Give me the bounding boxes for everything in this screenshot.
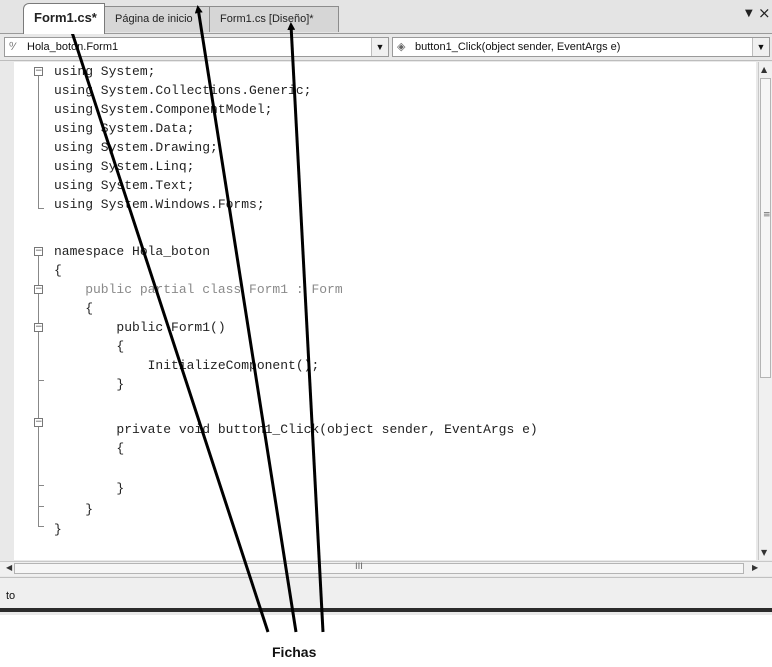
chevron-down-icon[interactable]: ▼ [371,38,388,56]
vertical-scrollbar[interactable]: ▲ ≡ ▼ [758,62,772,560]
member-dropdown[interactable]: ◈ button1_Click(object sender, EventArgs… [392,37,770,57]
outlining-gutter: − − − − − [14,62,48,560]
code-editor[interactable]: − − − − − using System; using System.Col… [14,62,756,560]
horizontal-scroll-thumb[interactable]: III [14,562,744,574]
code-line: { [54,339,125,354]
code-line: { [54,301,94,316]
code-line: using System.Windows.Forms; [54,197,265,212]
collapse-icon[interactable]: − [34,323,43,332]
collapse-icon[interactable]: − [34,67,43,76]
code-line: using System.Collections.Generic; [54,83,312,98]
outline-line [38,76,39,208]
code-line: using System.ComponentModel; [54,102,273,117]
code-line: } [54,522,62,537]
annotation-caption: Fichas [272,644,317,660]
outline-end [38,485,44,486]
outline-end [38,380,44,381]
collapse-icon[interactable]: − [34,285,43,294]
code-line: using System.Linq; [54,159,195,174]
code-line: using System.Text; [54,178,195,193]
scroll-down-icon[interactable]: ▼ [761,548,767,557]
dropdown-arrow-icon[interactable]: ▼ [745,8,753,19]
code-line: public partial class Form1 : Form [54,282,343,297]
bottom-border [0,608,772,612]
code-line: { [54,441,125,456]
visual-studio-window: Página de inicio Form1.cs [Diseño]* Form… [0,0,772,615]
code-line: private void button1_Click(object sender… [54,422,538,437]
tab-form1-code[interactable]: Form1.cs* [23,3,105,34]
horizontal-scrollbar[interactable]: ◀ III ▶ [0,561,772,576]
chevron-down-icon[interactable]: ▼ [752,38,769,56]
tab-pagina-de-inicio[interactable]: Página de inicio [104,6,210,32]
tab-form1-design[interactable]: Form1.cs [Diseño]* [209,6,339,32]
member-dropdown-value: button1_Click(object sender, EventArgs e… [415,41,621,53]
outline-end [38,208,44,209]
code-line: } [54,502,94,517]
scroll-right-icon[interactable]: ▶ [752,563,758,572]
class-dropdown[interactable]: ⁰⁄ Hola_boton.Form1 ▼ [4,37,389,57]
class-dropdown-value: Hola_boton.Form1 [27,41,119,53]
method-icon: ◈ [397,41,406,53]
collapse-icon[interactable]: − [34,247,43,256]
code-line: namespace Hola_boton [54,244,211,259]
code-line: } [54,481,125,496]
status-bar: to [0,577,772,608]
scroll-left-icon[interactable]: ◀ [6,563,12,572]
collapse-icon[interactable]: − [34,418,43,427]
code-line: InitializeComponent(); [54,358,320,373]
scroll-up-icon[interactable]: ▲ [761,65,767,74]
close-icon[interactable]: × [758,4,771,22]
code-line: using System.Drawing; [54,140,218,155]
document-tab-strip: Página de inicio Form1.cs [Diseño]* Form… [0,0,772,34]
vertical-scroll-thumb[interactable]: ≡ [760,78,771,378]
outline-end [38,506,44,507]
grip-icon: III [355,562,363,572]
code-line: } [54,377,125,392]
grip-icon: ≡ [763,210,771,220]
outline-end [38,526,44,527]
class-icon: ⁰⁄ [9,41,16,53]
code-line: { [54,263,62,278]
code-line: using System; [54,64,156,79]
code-line: using System.Data; [54,121,195,136]
code-line: public Form1() [54,320,226,335]
status-text: to [6,590,16,602]
navigation-bar: ⁰⁄ Hola_boton.Form1 ▼ ◈ button1_Click(ob… [0,34,772,61]
